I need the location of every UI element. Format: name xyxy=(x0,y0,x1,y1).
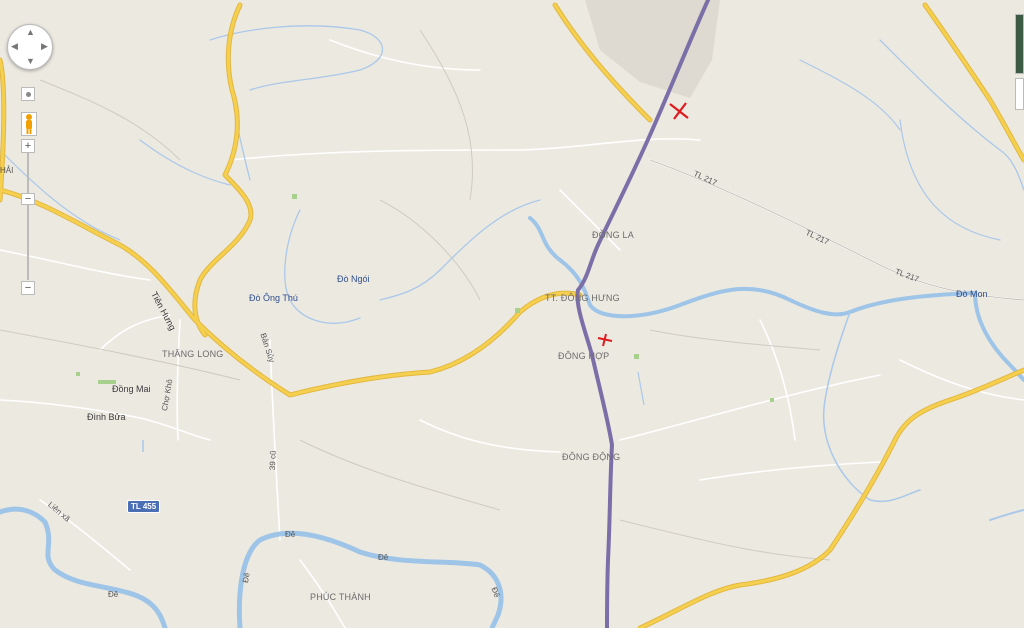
reset-view-button[interactable] xyxy=(21,87,35,101)
place-label-thang-long: THĂNG LONG xyxy=(162,349,224,359)
place-label-dong-la: ĐỒNG LA xyxy=(592,230,634,240)
place-label-phuc-thanh: PHÚC THÀNH xyxy=(310,592,371,602)
pan-control[interactable]: ▲ ▼ ◀ ▶ xyxy=(7,24,53,70)
place-label-tt-dong-hung: TT. ĐÔNG HƯNG xyxy=(545,293,620,303)
place-label-dinh-bua: Đình Bửa xyxy=(87,412,126,422)
road-label-de: Đê xyxy=(241,571,252,584)
ferry-label-do-ngoi: Đò Ngói xyxy=(337,274,370,284)
red-cross-marker[interactable] xyxy=(596,332,614,348)
zoom-slider-track[interactable] xyxy=(27,152,29,280)
road-label-de: Đê xyxy=(108,590,119,599)
place-label-dong-hop: ĐÔNG HỢP xyxy=(558,351,610,361)
zoom-out-button[interactable]: − xyxy=(21,281,35,295)
pegman-icon xyxy=(26,114,32,134)
dot-icon xyxy=(25,92,31,97)
zoom-slider-handle[interactable]: − xyxy=(21,193,35,205)
map-base-layer xyxy=(0,0,1024,628)
road-label-39-cu: 39 cũ xyxy=(268,450,278,471)
pan-down-icon[interactable]: ▼ xyxy=(26,57,35,66)
map-type-satellite-thumbnail[interactable] xyxy=(1015,14,1024,74)
place-label-dong-mai: Đồng Mai xyxy=(112,384,151,394)
road-label-de: Đê xyxy=(378,553,389,562)
place-label-hai: HẢI xyxy=(0,166,14,175)
ferry-label-do-ong-thu: Đò Ông Thú xyxy=(249,293,298,303)
road-label-de: Đê xyxy=(285,530,296,539)
zoom-in-button[interactable]: + xyxy=(21,139,35,153)
pan-right-icon[interactable]: ▶ xyxy=(41,42,48,51)
ferry-label-do-mon: Đò Mon xyxy=(956,289,988,299)
pan-left-icon[interactable]: ◀ xyxy=(11,42,18,51)
place-label-dong-dong: ĐÔNG ĐỘNG xyxy=(562,452,621,462)
street-view-pegman[interactable] xyxy=(21,112,37,136)
pan-up-icon[interactable]: ▲ xyxy=(26,28,35,37)
route-shield-tl455: TL 455 xyxy=(127,500,161,513)
red-cross-marker[interactable] xyxy=(668,101,690,121)
map-canvas[interactable]: ĐỒNG LA TT. ĐÔNG HƯNG ĐÔNG HỢP ĐÔNG ĐỘNG… xyxy=(0,0,1024,628)
map-type-button[interactable] xyxy=(1015,78,1024,110)
